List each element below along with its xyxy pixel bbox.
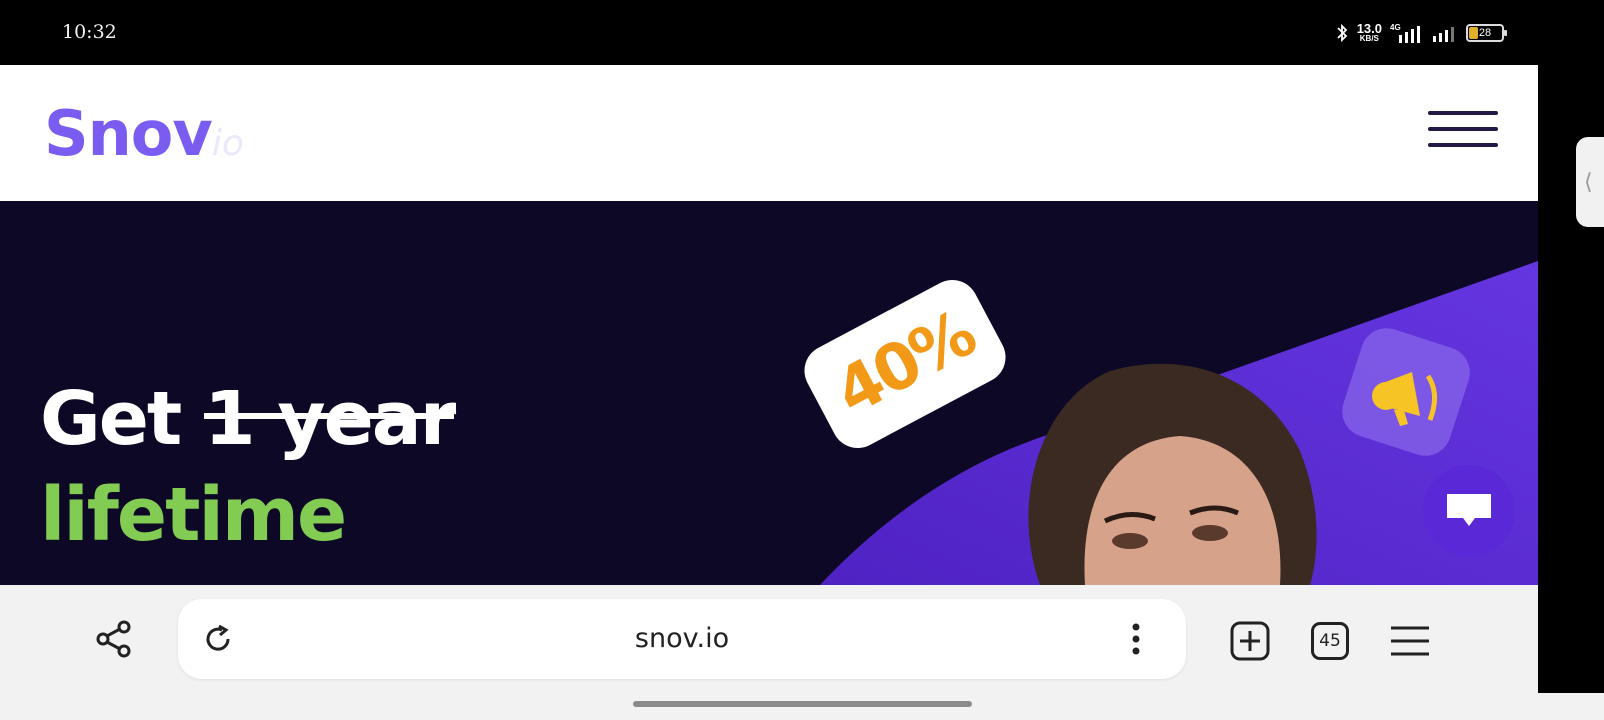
battery-level: 28 bbox=[1478, 27, 1492, 39]
address-bar-menu-button[interactable] bbox=[1124, 619, 1148, 659]
hero-banner: 40% Get 1 year lifetime bbox=[0, 201, 1538, 585]
new-tab-button[interactable] bbox=[1228, 619, 1272, 663]
share-icon bbox=[96, 620, 131, 658]
status-icons: 13.0 KB/S 4G 28 bbox=[1335, 20, 1507, 46]
snov-logo[interactable]: Snovio bbox=[44, 97, 244, 170]
network-speed-unit: KB/S bbox=[1359, 33, 1379, 43]
megaphone-tile bbox=[1335, 321, 1477, 463]
logo-suffix-text: io bbox=[211, 123, 244, 164]
logo-main-text: Snov bbox=[44, 97, 213, 170]
hamburger-line bbox=[1428, 127, 1498, 131]
chevron-left-icon: ⟨ bbox=[1584, 169, 1593, 194]
chat-bubble-icon bbox=[1447, 494, 1491, 526]
bluetooth-icon bbox=[1337, 23, 1347, 43]
hamburger-menu-button[interactable] bbox=[1428, 111, 1498, 151]
more-vertical-icon bbox=[1132, 623, 1140, 655]
megaphone-icon bbox=[1372, 372, 1437, 426]
svg-text:4G: 4G bbox=[1390, 23, 1401, 32]
hero-line-1: Get 1 year bbox=[40, 371, 456, 467]
status-time: 10:32 bbox=[62, 21, 117, 43]
navigation-gesture-area bbox=[0, 693, 1604, 720]
edge-panel-handle[interactable]: ⟨ bbox=[1576, 137, 1604, 227]
home-gesture-bar[interactable] bbox=[633, 701, 972, 707]
battery-icon: 28 bbox=[1466, 24, 1507, 42]
chat-button[interactable] bbox=[1423, 465, 1515, 557]
menu-icon bbox=[1391, 626, 1429, 656]
url-text: snov.io bbox=[634, 623, 730, 654]
address-bar[interactable]: snov.io bbox=[178, 599, 1186, 679]
browser-menu-button[interactable] bbox=[1388, 619, 1432, 663]
hero-prefix: Get bbox=[40, 376, 182, 462]
signal-4g-icon: 4G bbox=[1390, 23, 1420, 43]
hero-struck-text: 1 year bbox=[204, 371, 456, 467]
hamburger-line bbox=[1428, 111, 1498, 115]
webpage-viewport: Snovio 40% Get 1 year lifetime bbox=[0, 65, 1538, 585]
status-bar: 10:32 13.0 KB/S 4G 28 bbox=[0, 0, 1604, 65]
hero-highlight: lifetime bbox=[40, 472, 347, 558]
share-button[interactable] bbox=[92, 617, 136, 661]
site-header: Snovio bbox=[0, 65, 1538, 201]
plus-square-icon bbox=[1230, 621, 1270, 661]
browser-toolbar: snov.io 45 bbox=[0, 585, 1538, 693]
tab-count: 45 bbox=[1311, 622, 1349, 660]
tabs-button[interactable]: 45 bbox=[1308, 619, 1352, 663]
signal-icon bbox=[1433, 27, 1454, 42]
hero-headline: Get 1 year lifetime bbox=[40, 371, 456, 563]
network-speed: 13.0 KB/S bbox=[1357, 22, 1382, 43]
hamburger-line bbox=[1428, 143, 1498, 147]
